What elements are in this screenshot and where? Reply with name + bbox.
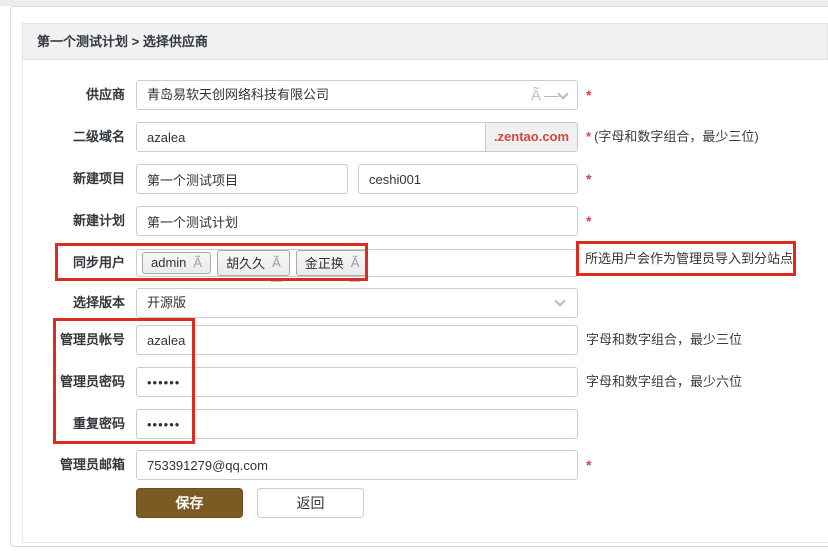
new-project-name-input[interactable]: [136, 164, 348, 194]
user-tag: 胡久久 Ã: [217, 250, 290, 282]
broken-glyph-icon: Ã: [530, 86, 541, 104]
repeat-password-input[interactable]: [136, 409, 578, 439]
new-project-label: 新建项目: [72, 171, 125, 186]
chevron-down-icon: [557, 87, 569, 100]
version-select[interactable]: 开源版: [136, 288, 578, 318]
admin-password-hint: 字母和数字组合，最少六位: [586, 374, 743, 389]
admin-account-hint: 字母和数字组合，最少三位: [586, 332, 743, 347]
back-button[interactable]: 返回: [257, 488, 364, 518]
new-project-code-input[interactable]: [358, 164, 578, 194]
admin-email-required-mark: *: [586, 457, 592, 473]
version-label: 选择版本: [72, 295, 125, 310]
save-button[interactable]: 保存: [136, 488, 243, 518]
subdomain-hint-text: (字母和数字组合，最少三位): [594, 129, 759, 144]
supplier-dropdown-icon[interactable]: Ã: [530, 81, 569, 109]
panel-header: 第一个测试计划 > 选择供应商: [22, 23, 828, 60]
user-tag-name: 胡久久: [226, 256, 266, 271]
version-value: 开源版: [147, 295, 187, 310]
sync-users-field[interactable]: admin Ã 胡久久 Ã 金正换 Ã: [136, 249, 578, 282]
admin-account-label: 管理员帐号: [59, 332, 125, 347]
subdomain-hint: * (字母和数字组合，最少三位): [586, 122, 759, 152]
admin-email-input[interactable]: [136, 450, 578, 480]
user-tag-name: admin: [151, 255, 187, 270]
remove-user-icon[interactable]: Ã: [272, 255, 281, 270]
breadcrumb: 第一个测试计划 > 选择供应商: [37, 34, 208, 49]
user-tag-name: 金正换: [304, 256, 344, 271]
remove-user-icon[interactable]: Ã: [193, 255, 202, 270]
supplier-select[interactable]: 青岛易软天创网络科技有限公司 Ã: [136, 80, 578, 110]
new-plan-required-mark: *: [586, 213, 592, 229]
new-plan-input[interactable]: [136, 206, 578, 236]
supplier-required-mark: *: [586, 87, 592, 103]
admin-password-input[interactable]: [136, 367, 578, 397]
user-tag: admin Ã: [142, 252, 212, 280]
admin-account-input[interactable]: [136, 325, 578, 355]
admin-email-label: 管理员邮箱: [59, 457, 125, 472]
sync-users-note: 所选用户会作为管理员导入到分站点: [585, 251, 794, 266]
subdomain-suffix: .zentao.com: [485, 122, 578, 152]
chevron-down-icon: [554, 295, 566, 307]
admin-password-label: 管理员密码: [59, 374, 125, 389]
new-plan-label: 新建计划: [72, 213, 125, 228]
panel-bottom-border: [22, 542, 828, 543]
subdomain-input[interactable]: [136, 122, 486, 152]
supplier-value: 青岛易软天创网络科技有限公司: [147, 87, 330, 102]
sync-users-label: 同步用户: [72, 255, 125, 270]
repeat-password-label: 重复密码: [72, 416, 125, 431]
subdomain-required-mark: *: [586, 129, 592, 144]
dash-icon: [544, 95, 559, 97]
user-tag: 金正换 Ã: [295, 250, 369, 282]
subdomain-label: 二级域名: [72, 129, 125, 144]
new-project-required-mark: *: [586, 171, 592, 187]
app-window: 第一个测试计划 > 选择供应商 供应商 青岛易软天创网络科技有限公司 Ã * 二…: [0, 0, 828, 551]
remove-user-icon[interactable]: Ã: [351, 255, 360, 270]
supplier-label: 供应商: [85, 87, 125, 102]
